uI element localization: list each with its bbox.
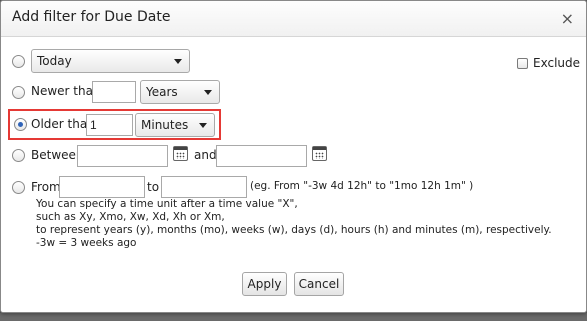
to-label: to bbox=[147, 180, 160, 194]
chevron-down-icon bbox=[204, 90, 212, 95]
between-start-input[interactable] bbox=[77, 145, 168, 167]
apply-button[interactable]: Apply bbox=[242, 272, 287, 296]
chevron-down-icon bbox=[174, 59, 182, 64]
from-label: From bbox=[31, 180, 61, 194]
close-icon[interactable]: × bbox=[561, 9, 574, 28]
newer-than-value-input[interactable] bbox=[92, 81, 136, 103]
exclude-label: Exclude bbox=[533, 56, 581, 70]
older-unit-value: Minutes bbox=[141, 118, 189, 132]
radio-today[interactable] bbox=[12, 55, 25, 68]
between-and-label: and bbox=[194, 148, 217, 162]
help-line-1: You can specify a time unit after a time… bbox=[36, 198, 298, 210]
background-page-strip bbox=[0, 313, 587, 321]
radio-older-than[interactable] bbox=[14, 118, 27, 131]
older-than-value-input[interactable] bbox=[86, 114, 133, 136]
newer-than-unit-select[interactable]: Years bbox=[140, 80, 220, 104]
dialog-titlebar: Add filter for Due Date × bbox=[1, 1, 586, 37]
help-line-4: -3w = 3 weeks ago bbox=[36, 237, 137, 249]
add-filter-dialog: Add filter for Due Date × Today Exclude … bbox=[0, 0, 587, 313]
exclude-checkbox[interactable] bbox=[517, 58, 528, 69]
radio-newer-than[interactable] bbox=[12, 86, 25, 99]
older-than-unit-select[interactable]: Minutes bbox=[135, 113, 215, 137]
calendar-icon[interactable] bbox=[173, 146, 188, 161]
to-input[interactable] bbox=[161, 176, 247, 198]
radio-from[interactable] bbox=[12, 181, 25, 194]
calendar-icon[interactable] bbox=[312, 146, 327, 161]
newer-unit-value: Years bbox=[146, 85, 178, 99]
from-input[interactable] bbox=[59, 176, 145, 198]
help-line-2: such as Xy, Xmo, Xw, Xd, Xh or Xm, bbox=[36, 211, 225, 223]
calendar-grid bbox=[176, 152, 185, 159]
between-label: Between bbox=[31, 148, 84, 162]
cancel-button[interactable]: Cancel bbox=[294, 272, 344, 296]
range-example: (eg. From "-3w 4d 12h" to "1mo 12h 1m" ) bbox=[250, 180, 474, 192]
radio-between[interactable] bbox=[12, 149, 25, 162]
calendar-grid bbox=[315, 152, 324, 159]
newer-than-label: Newer than bbox=[31, 84, 101, 98]
dialog-title: Add filter for Due Date bbox=[12, 9, 171, 25]
chevron-down-icon bbox=[199, 123, 207, 128]
today-select[interactable]: Today bbox=[31, 49, 190, 73]
today-select-value: Today bbox=[37, 54, 72, 68]
help-line-3: to represent years (y), months (mo), wee… bbox=[36, 224, 552, 236]
between-end-input[interactable] bbox=[216, 145, 307, 167]
